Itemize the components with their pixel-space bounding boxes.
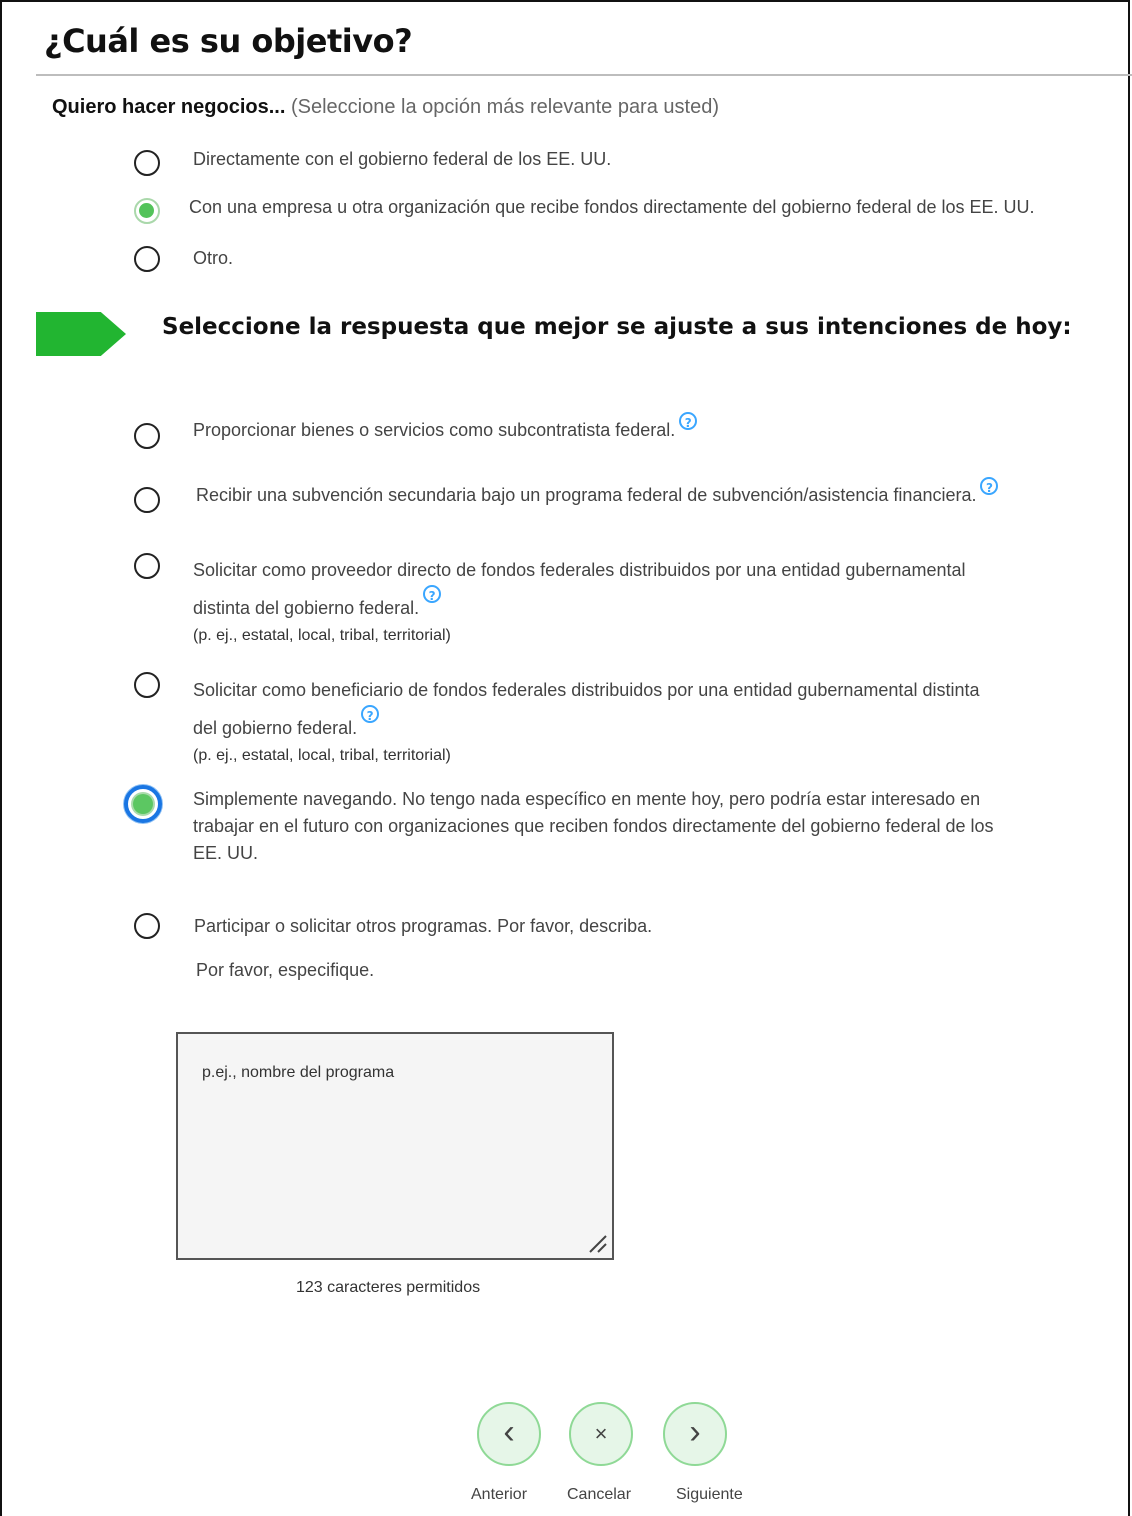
radio-intent-browsing[interactable] bbox=[124, 785, 162, 823]
radio-business-organization[interactable] bbox=[134, 198, 160, 224]
option-text-line1: Simplemente navegando. No tengo nada esp… bbox=[193, 789, 981, 809]
radio-intent-subcontractor[interactable] bbox=[134, 423, 160, 449]
option-label-intent-browsing: Simplemente navegando. No tengo nada esp… bbox=[193, 786, 994, 867]
page-title: ¿Cuál es su objetivo? bbox=[44, 22, 413, 60]
help-icon[interactable]: ? bbox=[679, 412, 698, 430]
cancel-button[interactable]: × bbox=[569, 1402, 633, 1466]
chevron-right-icon: › bbox=[689, 1413, 701, 1451]
next-button[interactable]: › bbox=[663, 1402, 727, 1466]
option-label-business-other: Otro. bbox=[193, 248, 234, 268]
option-label-intent-subgrant: Recibir una subvención secundaria bajo u… bbox=[196, 477, 999, 509]
radio-intent-subgrant[interactable] bbox=[134, 487, 160, 513]
radio-intent-direct-provider[interactable] bbox=[134, 553, 160, 579]
intro-prompt: Quiero hacer negocios... (Seleccione la … bbox=[52, 96, 719, 119]
option-text-line1: Solicitar como beneficiario de fondos fe… bbox=[193, 680, 980, 700]
cancel-label: Cancelar bbox=[567, 1486, 632, 1503]
help-icon[interactable]: ? bbox=[980, 477, 999, 495]
help-icon[interactable]: ? bbox=[423, 585, 442, 603]
option-label-intent-subcontractor: Proporcionar bienes o servicios como sub… bbox=[193, 412, 698, 444]
previous-button[interactable]: ‹ bbox=[477, 1402, 541, 1466]
radio-intent-beneficiary[interactable] bbox=[134, 672, 160, 698]
option-text-line2: trabajar en el futuro con organizaciones… bbox=[193, 816, 994, 836]
option-label-business-organization: Con una empresa u otra organización que … bbox=[189, 197, 1035, 217]
resize-handle-icon[interactable] bbox=[586, 1232, 608, 1254]
character-count: 123 caracteres permitidos bbox=[296, 1279, 481, 1296]
option-subtext: (p. ej., estatal, local, tribal, territo… bbox=[193, 747, 451, 764]
title-divider bbox=[36, 74, 1132, 76]
option-text-line3: EE. UU. bbox=[193, 843, 259, 863]
radio-business-other[interactable] bbox=[134, 246, 160, 272]
chevron-left-icon: ‹ bbox=[503, 1413, 515, 1451]
option-label-business-direct: Directamente con el gobierno federal de … bbox=[193, 149, 612, 169]
specify-label: Por favor, especifique. bbox=[196, 960, 375, 980]
radio-business-direct[interactable] bbox=[134, 150, 160, 176]
option-text-line2: del gobierno federal. bbox=[193, 718, 358, 738]
option-text-line1: Solicitar como proveedor directo de fond… bbox=[193, 560, 966, 580]
previous-label: Anterior bbox=[471, 1486, 528, 1503]
radio-intent-other-programs[interactable] bbox=[134, 913, 160, 939]
option-text: Recibir una subvención secundaria bajo u… bbox=[196, 485, 977, 505]
next-label: Siguiente bbox=[676, 1486, 743, 1503]
intro-label: Quiero hacer negocios... bbox=[52, 96, 286, 118]
section-heading: Seleccione la respuesta que mejor se aju… bbox=[162, 314, 1072, 340]
option-text: Proporcionar bienes o servicios como sub… bbox=[193, 420, 676, 440]
option-text-line2: distinta del gobierno federal. bbox=[193, 598, 420, 618]
program-description-textarea[interactable] bbox=[176, 1032, 614, 1260]
option-label-intent-beneficiary: Solicitar como beneficiario de fondos fe… bbox=[193, 671, 979, 769]
help-icon[interactable]: ? bbox=[361, 705, 380, 723]
close-icon: × bbox=[594, 1421, 608, 1446]
option-label-intent-other-programs: Participar o solicitar otros programas. … bbox=[194, 916, 653, 936]
option-label-intent-direct-provider: Solicitar como proveedor directo de fond… bbox=[193, 551, 965, 649]
option-subtext: (p. ej., estatal, local, tribal, territo… bbox=[193, 627, 451, 644]
intro-hint: (Seleccione la opción más relevante para… bbox=[290, 96, 719, 118]
